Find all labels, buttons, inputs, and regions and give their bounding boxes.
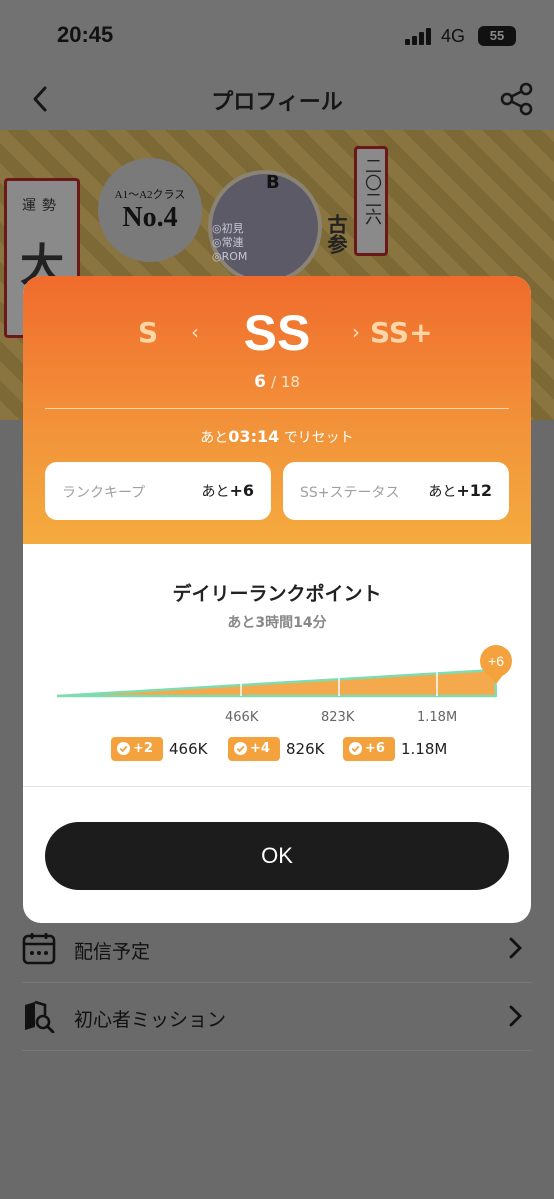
menu-item-beginner-mission[interactable]: 初心者ミッション bbox=[22, 983, 532, 1051]
class-range: A1～A2クラス bbox=[114, 189, 186, 201]
network-label: 4G bbox=[441, 26, 466, 46]
header-divider bbox=[45, 408, 509, 409]
nav-bar: プロフィール bbox=[0, 70, 554, 130]
avatar-tag: ◎常連 bbox=[212, 236, 244, 249]
chart-current-badge-label: +6 bbox=[488, 653, 504, 669]
progress-current: 6 bbox=[254, 372, 266, 392]
ss-plus-status-card: SS+ステータス あと+12 bbox=[283, 462, 509, 520]
fortune-label: 運勢 bbox=[22, 198, 62, 214]
check-circle-icon bbox=[234, 742, 247, 755]
ok-button[interactable]: OK bbox=[45, 822, 509, 890]
status-bar: 20:45 4G 55 bbox=[0, 0, 554, 70]
reset-countdown: あと03:14 でリセット bbox=[23, 427, 531, 447]
daily-points-title: デイリーランクポイント bbox=[172, 583, 382, 605]
reward-chip: +4 bbox=[228, 737, 280, 761]
rank-keep-label: ランクキープ bbox=[62, 485, 146, 501]
rank-keep-remaining: あと+6 bbox=[201, 481, 254, 500]
reward-chip-value: +2 bbox=[133, 741, 153, 756]
reward-chip: +2 bbox=[111, 737, 163, 761]
class-rank-number: No.4 bbox=[122, 202, 178, 233]
chart-tick-label: 466K bbox=[225, 710, 259, 725]
modal-divider bbox=[23, 786, 531, 787]
book-search-icon bbox=[22, 999, 56, 1034]
menu-list: 配信予定 初心者ミッション bbox=[0, 915, 554, 1051]
veteran-label: 古参 bbox=[324, 214, 348, 254]
chevron-right-icon bbox=[508, 1005, 522, 1027]
reset-time: 03:14 bbox=[228, 427, 280, 446]
reset-suffix: でリセット bbox=[283, 430, 354, 446]
chart-tick-label: 1.18M bbox=[417, 710, 458, 725]
reward-chip-value: +6 bbox=[365, 741, 385, 756]
brand-logo: B bbox=[266, 172, 280, 193]
progress-total: / 18 bbox=[271, 373, 300, 391]
share-button[interactable] bbox=[500, 82, 534, 116]
ss-plus-status-remaining: あと+12 bbox=[428, 481, 492, 500]
rank-header: S ‹ SS › SS+ 6 / 18 あと03:14 でリセット ランクキープ… bbox=[23, 276, 531, 544]
rank-keep-card: ランクキープ あと+6 bbox=[45, 462, 271, 520]
check-circle-icon bbox=[349, 742, 362, 755]
reward-threshold: 466K bbox=[169, 740, 208, 758]
chart-tick-label: 823K bbox=[321, 710, 355, 725]
menu-item-label: 初心者ミッション bbox=[74, 1009, 227, 1031]
menu-item-label: 配信予定 bbox=[74, 941, 151, 963]
reward-chip: +6 bbox=[343, 737, 395, 761]
class-rank-badge: A1～A2クラス No.4 bbox=[98, 158, 202, 262]
year-tag: 二〇二六 bbox=[354, 146, 388, 256]
year-label: 二〇二六 bbox=[361, 157, 381, 225]
battery-icon: 55 bbox=[478, 26, 516, 46]
rank-current: SS bbox=[243, 305, 311, 361]
rank-progress: 6 / 18 bbox=[23, 372, 531, 392]
rank-next[interactable]: SS+ bbox=[370, 316, 433, 349]
reward-threshold: 1.18M bbox=[401, 740, 448, 758]
share-icon bbox=[500, 82, 533, 116]
page-title: プロフィール bbox=[211, 90, 343, 115]
reset-prefix: あと bbox=[200, 430, 229, 446]
menu-item-schedule[interactable]: 配信予定 bbox=[22, 915, 532, 983]
reward-threshold: 826K bbox=[286, 740, 325, 758]
status-time: 20:45 bbox=[57, 22, 114, 47]
avatar-tags: ◎初見 ◎常連 ◎ROM bbox=[212, 222, 247, 264]
avatar-tag: ◎ROM bbox=[212, 250, 248, 263]
check-circle-icon bbox=[117, 742, 130, 755]
chevron-right-icon[interactable]: › bbox=[352, 320, 360, 344]
calendar-icon bbox=[22, 931, 56, 965]
ss-plus-status-label: SS+ステータス bbox=[300, 485, 400, 501]
daily-points-subtitle: あと3時間14分 bbox=[227, 615, 327, 631]
avatar-tag: ◎初見 bbox=[212, 222, 244, 235]
chevron-right-icon bbox=[508, 937, 522, 959]
signal-icon bbox=[405, 28, 433, 45]
rank-modal: S ‹ SS › SS+ 6 / 18 あと03:14 でリセット ランクキープ… bbox=[23, 276, 531, 923]
reward-chip-value: +4 bbox=[250, 741, 270, 756]
